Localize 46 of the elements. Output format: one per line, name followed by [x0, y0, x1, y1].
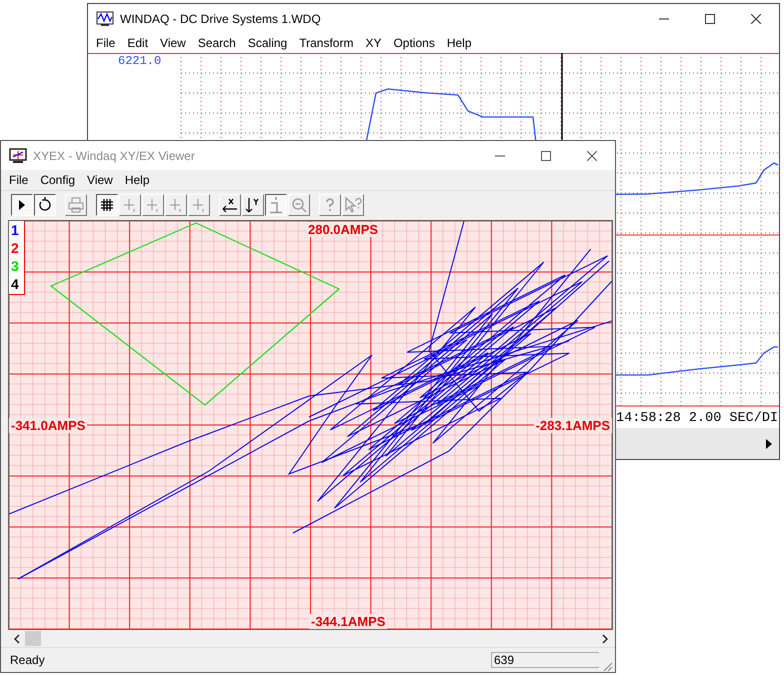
close-icon	[587, 150, 597, 160]
info-icon	[267, 196, 285, 214]
monitor-icon	[9, 148, 27, 164]
right-arrow-icon	[766, 438, 772, 448]
scroll-thumb[interactable]	[25, 631, 41, 646]
status-count: 639	[491, 652, 599, 668]
menu-item[interactable]: View	[81, 173, 119, 187]
time-label: 14:58:28 2.00 SEC/DI	[616, 410, 778, 426]
menu-item[interactable]: XY	[359, 36, 388, 50]
close-icon	[751, 14, 761, 24]
menu-item[interactable]: Edit	[121, 36, 154, 50]
menu-item[interactable]: Config	[34, 173, 82, 187]
axis-label: -283.1AMPS	[534, 418, 612, 433]
menu-item[interactable]: Help	[118, 173, 156, 187]
channel-number: 2	[10, 239, 20, 257]
menu-item[interactable]: View	[154, 36, 192, 50]
window-title: WINDAQ - DC Drive Systems 1.WDQ	[120, 12, 321, 26]
window-title: XYEX - Windaq XY/EX Viewer	[33, 148, 195, 162]
y-axis-button[interactable]	[242, 194, 264, 216]
x-axis-button[interactable]	[219, 194, 241, 216]
reset-button[interactable]	[34, 194, 56, 216]
axis-label: -344.1AMPS	[309, 614, 388, 629]
menu-item[interactable]: Transform	[293, 36, 360, 50]
menu-item[interactable]: Help	[440, 36, 478, 50]
zoom-icon	[290, 196, 308, 214]
channel-number: 4	[10, 275, 20, 293]
channel-number: 3	[10, 257, 20, 275]
print-icon	[67, 196, 85, 214]
scroll-right-icon	[602, 634, 609, 644]
waveform-icon	[96, 10, 114, 26]
axis-label: 280.0AMPS	[306, 222, 380, 237]
context-help-icon	[344, 196, 362, 214]
maximize-icon	[541, 150, 551, 160]
channel-number: 1	[10, 221, 20, 239]
menu-item[interactable]: Search	[192, 36, 242, 50]
resize-grip-icon[interactable]	[601, 660, 613, 672]
menu-item[interactable]: Scaling	[242, 36, 294, 50]
maximize-icon	[705, 14, 715, 24]
menu-item[interactable]: File	[3, 173, 34, 187]
menu-item[interactable]: File	[90, 36, 122, 50]
scroll-left-icon	[13, 634, 20, 644]
axis-label: -341.0AMPS	[9, 418, 88, 433]
status-text: Ready	[10, 653, 45, 667]
menu-item[interactable]: Options	[387, 36, 441, 50]
grid-button[interactable]	[96, 194, 118, 216]
play-button[interactable]	[11, 194, 33, 216]
